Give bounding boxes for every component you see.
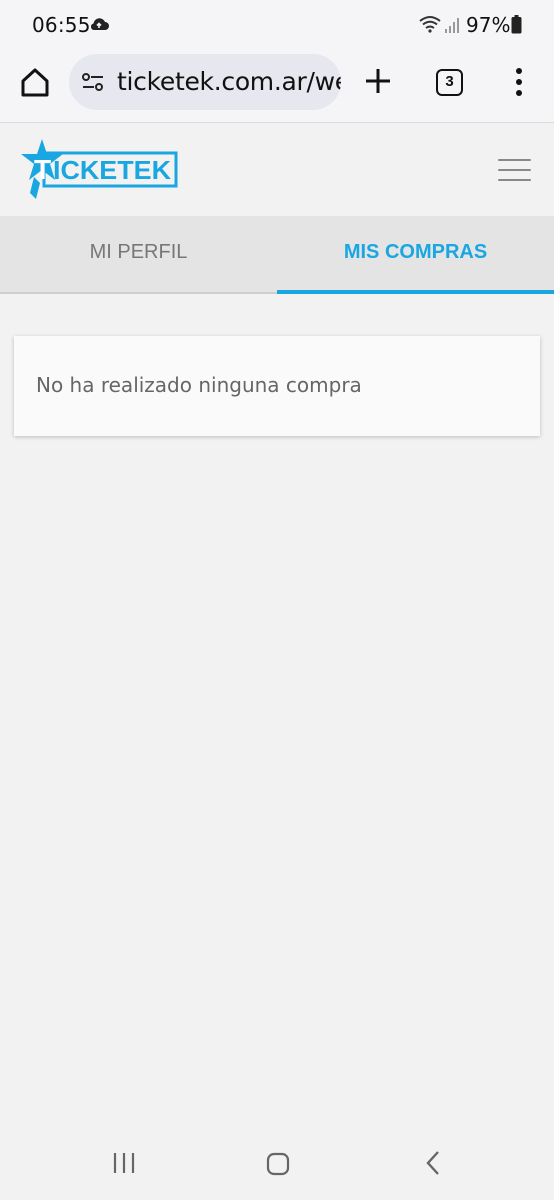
site-settings-icon[interactable] xyxy=(81,71,105,98)
ticketek-logo[interactable]: T ICKETEK xyxy=(20,137,180,208)
address-bar[interactable]: ticketek.com.ar/web xyxy=(69,54,341,110)
site-header: T ICKETEK xyxy=(0,122,554,216)
system-nav-bar xyxy=(0,1130,554,1200)
url-text: ticketek.com.ar/web xyxy=(117,67,341,96)
cloud-icon xyxy=(88,15,110,38)
active-tab-indicator xyxy=(277,290,554,294)
svg-text:T: T xyxy=(34,154,51,185)
recent-apps-icon[interactable] xyxy=(112,1152,136,1179)
battery-percent: 97% xyxy=(466,13,511,37)
battery-icon xyxy=(511,15,522,39)
home-nav-icon[interactable] xyxy=(266,1152,290,1181)
status-time: 06:55 xyxy=(32,13,91,37)
purchases-card: No ha realizado ninguna compra xyxy=(14,336,540,436)
account-tabs: MI PERFIL MIS COMPRAS xyxy=(0,216,554,294)
plus-icon[interactable] xyxy=(362,65,394,97)
svg-text:ICKETEK: ICKETEK xyxy=(53,155,171,185)
wifi-icon xyxy=(418,14,442,39)
signal-icon xyxy=(444,16,462,39)
status-bar: 06:55 97% xyxy=(0,0,554,50)
more-vert-icon[interactable] xyxy=(510,67,528,97)
empty-message: No ha realizado ninguna compra xyxy=(36,373,362,397)
tab-mi-perfil[interactable]: MI PERFIL xyxy=(0,216,277,292)
hamburger-icon[interactable] xyxy=(498,159,531,182)
tabs-icon[interactable]: 3 xyxy=(436,69,463,96)
tab-mis-compras[interactable]: MIS COMPRAS xyxy=(277,216,554,292)
back-icon[interactable] xyxy=(424,1150,442,1181)
home-icon[interactable] xyxy=(16,64,54,102)
browser-toolbar: ticketek.com.ar/web 3 xyxy=(0,50,554,122)
